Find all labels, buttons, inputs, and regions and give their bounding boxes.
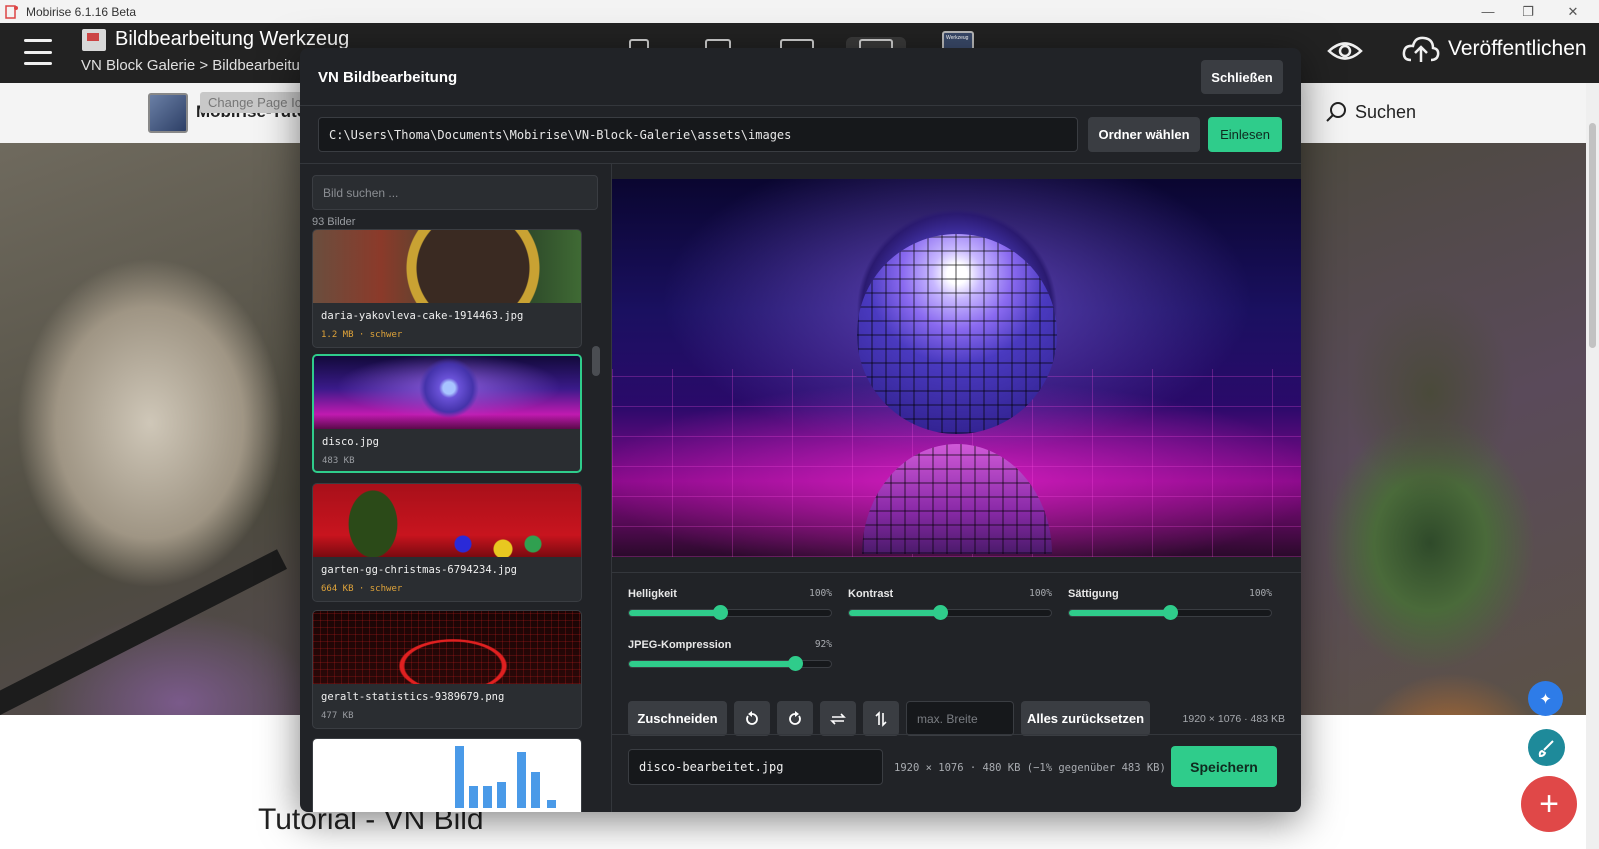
rotate-right-icon (789, 710, 801, 725)
flip-horizontal-button[interactable] (820, 701, 856, 736)
rotate-left-button[interactable] (734, 701, 770, 736)
brush-icon (1538, 739, 1554, 757)
choose-folder-button[interactable]: Ordner wählen (1088, 117, 1200, 152)
flip-vertical-icon (875, 710, 887, 727)
modal-title: VN Bildbearbeitung (318, 69, 458, 86)
preview-eye-icon[interactable] (1327, 36, 1363, 66)
slider-knob[interactable] (712, 605, 728, 620)
image-filename: daria-yakovleva-cake-1914463.jpg (321, 310, 524, 322)
search-icon (1326, 102, 1346, 122)
styles-button[interactable] (1528, 729, 1565, 766)
save-footer: disco-bearbeitet.jpg 1920 × 1076 · 480 K… (612, 734, 1301, 812)
slider-knob[interactable] (1163, 605, 1178, 620)
image-filename: disco.jpg (322, 436, 379, 448)
image-thumbnail (313, 739, 581, 812)
image-thumbnail (313, 230, 581, 303)
image-card[interactable]: geralt-statistics-9389679.png 477 KB (312, 610, 582, 729)
os-title-bar: Mobirise 6.1.16 Beta — ❐ ✕ (0, 0, 1599, 23)
site-search-link[interactable]: Suchen (1325, 101, 1416, 123)
site-search-label: Suchen (1355, 101, 1417, 122)
window-title: Mobirise 6.1.16 Beta (26, 4, 137, 19)
folder-path-input[interactable]: C:\Users\Thoma\Documents\Mobirise\VN-Blo… (318, 117, 1078, 152)
max-width-input[interactable]: max. Breite (906, 701, 1014, 736)
image-sidebar: Bild suchen ... 93 Bilder daria-yakovlev… (300, 164, 612, 812)
image-thumbnail (314, 356, 580, 429)
slider-label: Kontrast (848, 588, 894, 600)
list-scrollbar-thumb[interactable] (592, 346, 600, 376)
modal-header: VN Bildbearbeitung Schließen (300, 48, 1301, 106)
slider-track[interactable] (848, 609, 1052, 617)
image-filename: garten-gg-christmas-6794234.jpg (321, 564, 517, 576)
image-meta: 477 KB (321, 711, 354, 721)
image-meta: 483 KB (322, 456, 355, 466)
publish-label: Veröffentlichen (1448, 37, 1587, 60)
slider-label: JPEG-Kompression (628, 639, 732, 651)
slider-value: 100% (809, 588, 832, 599)
list-scrollbar[interactable] (592, 226, 600, 812)
ai-sparkle-button[interactable]: ✦ (1528, 681, 1563, 716)
site-logo[interactable] (148, 93, 188, 133)
mobirise-app-icon (4, 4, 20, 20)
slider-value: 92% (814, 639, 832, 650)
image-editor-modal: VN Bildbearbeitung Schließen C:\Users\Th… (300, 48, 1301, 812)
image-card[interactable]: garten-gg-christmas-6794234.jpg 664 KB ·… (312, 483, 582, 602)
image-list: daria-yakovleva-cake-1914463.jpg 1.2 MB … (312, 229, 584, 812)
plus-icon: + (1539, 784, 1559, 823)
crop-button[interactable]: Zuschneiden (628, 701, 727, 736)
image-filename: geralt-statistics-9389679.png (321, 691, 505, 703)
slider-label: Helligkeit (628, 588, 677, 600)
project-icon (82, 29, 106, 51)
image-thumbnail (313, 611, 581, 684)
slider-value: 100% (1029, 588, 1052, 599)
image-count: 93 Bilder (312, 216, 356, 228)
menu-icon[interactable] (24, 39, 52, 65)
image-search-input[interactable]: Bild suchen ... (312, 175, 598, 210)
slider-label: Sättigung (1068, 588, 1119, 600)
sparkle-icon: ✦ (1539, 690, 1552, 708)
editor-main: Helligkeit 100% Kontrast 100% Sättigung … (612, 164, 1301, 812)
image-meta: 664 KB · schwer (321, 584, 403, 594)
image-meta: 1.2 MB · schwer (321, 330, 403, 340)
slider-knob[interactable] (788, 656, 804, 671)
cloud-upload-icon (1402, 36, 1440, 62)
save-button[interactable]: Speichern (1171, 746, 1277, 787)
image-card[interactable] (312, 738, 582, 812)
slider-knob[interactable] (932, 605, 948, 620)
output-info: 1920 × 1076 · 480 KB (−1% gegenüber 483 … (894, 762, 1166, 774)
breadcrumb[interactable]: VN Block Galerie > Bildbearbeitung (81, 57, 317, 74)
slider-value: 100% (1249, 588, 1272, 599)
add-block-button[interactable]: + (1521, 776, 1577, 832)
maximize-button[interactable]: ❐ (1505, 0, 1551, 23)
slider-track[interactable] (628, 609, 832, 617)
image-card[interactable]: daria-yakovleva-cake-1914463.jpg 1.2 MB … (312, 229, 582, 348)
load-button[interactable]: Einlesen (1208, 117, 1282, 152)
flip-horizontal-icon (830, 712, 846, 725)
publish-button[interactable]: Veröffentlichen (1402, 34, 1587, 64)
folder-bar: C:\Users\Thoma\Documents\Mobirise\VN-Blo… (300, 106, 1301, 164)
output-filename-input[interactable]: disco-bearbeitet.jpg (628, 749, 883, 785)
image-thumbnail (313, 484, 581, 557)
image-card-selected[interactable]: disco.jpg 483 KB (312, 354, 582, 473)
flip-vertical-button[interactable] (863, 701, 899, 736)
close-window-button[interactable]: ✕ (1550, 0, 1596, 23)
rotate-right-button[interactable] (777, 701, 813, 736)
reset-all-button[interactable]: Alles zurücksetzen (1021, 701, 1150, 736)
page-thumbnail-text: Werkzeug (946, 35, 969, 41)
rotate-left-icon (746, 710, 758, 725)
image-preview (612, 179, 1301, 557)
page-scrollbar[interactable] (1586, 83, 1599, 849)
close-modal-button[interactable]: Schließen (1201, 60, 1283, 94)
image-dimensions: 1920 × 1076 · 483 KB (1182, 713, 1285, 725)
